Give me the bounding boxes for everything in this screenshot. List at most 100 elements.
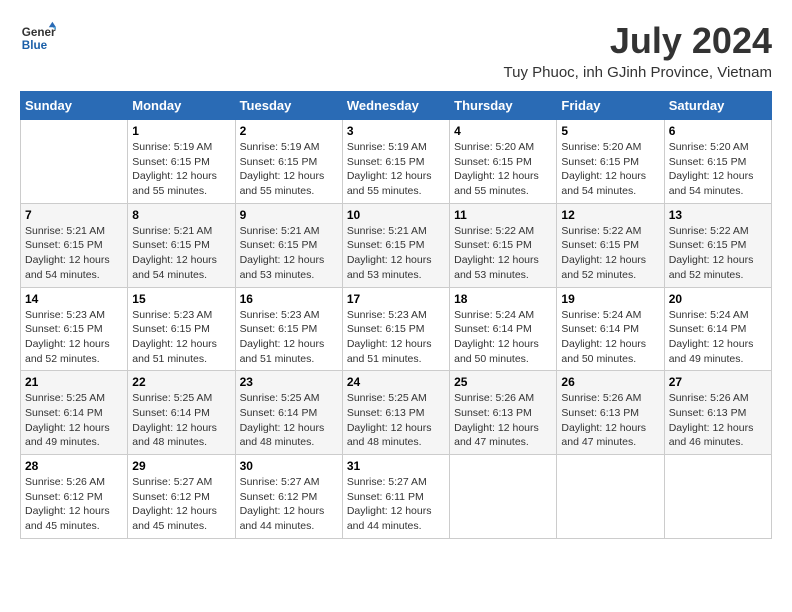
day-number: 23 bbox=[240, 375, 338, 389]
header-thursday: Thursday bbox=[450, 92, 557, 120]
calendar-cell: 22 Sunrise: 5:25 AMSunset: 6:14 PMDayligh… bbox=[128, 371, 235, 455]
calendar-cell: 18Sunrise: 5:24 AMSunset: 6:14 PMDayligh… bbox=[450, 287, 557, 371]
day-number: 11 bbox=[454, 208, 552, 222]
calendar-cell bbox=[664, 455, 771, 539]
header-tuesday: Tuesday bbox=[235, 92, 342, 120]
calendar-cell: 6 Sunrise: 5:20 AMSunset: 6:15 PMDaylight… bbox=[664, 120, 771, 204]
day-info: Sunrise: 5:26 AMSunset: 6:12 PMDaylight:… bbox=[25, 475, 123, 534]
week-row-3: 21 Sunrise: 5:25 AMSunset: 6:14 PMDayligh… bbox=[21, 371, 772, 455]
day-number: 17 bbox=[347, 292, 445, 306]
day-info: Sunrise: 5:21 AMSunset: 6:15 PMDaylight:… bbox=[25, 224, 123, 283]
day-number: 22 bbox=[132, 375, 230, 389]
calendar-cell: 4 Sunrise: 5:20 AMSunset: 6:15 PMDaylight… bbox=[450, 120, 557, 204]
week-row-0: 1Sunrise: 5:19 AMSunset: 6:15 PMDaylight… bbox=[21, 120, 772, 204]
svg-text:Blue: Blue bbox=[22, 39, 48, 52]
header-row: SundayMondayTuesdayWednesdayThursdayFrid… bbox=[21, 92, 772, 120]
calendar-cell: 15 Sunrise: 5:23 AMSunset: 6:15 PMDayligh… bbox=[128, 287, 235, 371]
day-number: 4 bbox=[454, 124, 552, 138]
day-number: 3 bbox=[347, 124, 445, 138]
calendar-cell bbox=[21, 120, 128, 204]
day-info: Sunrise: 5:23 AMSunset: 6:15 PMDaylight:… bbox=[240, 308, 338, 367]
day-number: 2 bbox=[240, 124, 338, 138]
calendar-cell: 31Sunrise: 5:27 AMSunset: 6:11 PMDayligh… bbox=[342, 455, 449, 539]
week-row-1: 7 Sunrise: 5:21 AMSunset: 6:15 PMDaylight… bbox=[21, 203, 772, 287]
month-year: July 2024 bbox=[504, 20, 772, 62]
day-info: Sunrise: 5:19 AMSunset: 6:15 PMDaylight:… bbox=[347, 140, 445, 199]
day-number: 29 bbox=[132, 459, 230, 473]
day-number: 8 bbox=[132, 208, 230, 222]
logo: General Blue bbox=[20, 20, 56, 56]
location: Tuy Phuoc, inh GJinh Province, Vietnam bbox=[504, 64, 772, 81]
day-number: 5 bbox=[561, 124, 659, 138]
calendar-cell: 26Sunrise: 5:26 AMSunset: 6:13 PMDayligh… bbox=[557, 371, 664, 455]
calendar-cell: 16 Sunrise: 5:23 AMSunset: 6:15 PMDayligh… bbox=[235, 287, 342, 371]
calendar-cell: 28 Sunrise: 5:26 AMSunset: 6:12 PMDayligh… bbox=[21, 455, 128, 539]
week-row-2: 14 Sunrise: 5:23 AMSunset: 6:15 PMDayligh… bbox=[21, 287, 772, 371]
day-number: 19 bbox=[561, 292, 659, 306]
day-info: Sunrise: 5:26 AMSunset: 6:13 PMDaylight:… bbox=[669, 391, 767, 450]
day-info: Sunrise: 5:27 AMSunset: 6:12 PMDaylight:… bbox=[240, 475, 338, 534]
day-number: 12 bbox=[561, 208, 659, 222]
week-row-4: 28 Sunrise: 5:26 AMSunset: 6:12 PMDayligh… bbox=[21, 455, 772, 539]
calendar-cell: 1Sunrise: 5:19 AMSunset: 6:15 PMDaylight… bbox=[128, 120, 235, 204]
header-saturday: Saturday bbox=[664, 92, 771, 120]
day-number: 14 bbox=[25, 292, 123, 306]
title-section: July 2024 Tuy Phuoc, inh GJinh Province,… bbox=[504, 20, 772, 81]
calendar-cell: 2 Sunrise: 5:19 AMSunset: 6:15 PMDaylight… bbox=[235, 120, 342, 204]
day-info: Sunrise: 5:26 AMSunset: 6:13 PMDaylight:… bbox=[454, 391, 552, 450]
calendar-cell: 30 Sunrise: 5:27 AMSunset: 6:12 PMDayligh… bbox=[235, 455, 342, 539]
calendar-cell: 25 Sunrise: 5:26 AMSunset: 6:13 PMDayligh… bbox=[450, 371, 557, 455]
day-info: Sunrise: 5:23 AMSunset: 6:15 PMDaylight:… bbox=[347, 308, 445, 367]
calendar-table: SundayMondayTuesdayWednesdayThursdayFrid… bbox=[20, 91, 772, 539]
day-number: 15 bbox=[132, 292, 230, 306]
calendar-cell: 19 Sunrise: 5:24 AMSunset: 6:14 PMDayligh… bbox=[557, 287, 664, 371]
day-info: Sunrise: 5:21 AMSunset: 6:15 PMDaylight:… bbox=[132, 224, 230, 283]
day-info: Sunrise: 5:25 AMSunset: 6:14 PMDaylight:… bbox=[240, 391, 338, 450]
day-number: 7 bbox=[25, 208, 123, 222]
calendar-cell: 13 Sunrise: 5:22 AMSunset: 6:15 PMDayligh… bbox=[664, 203, 771, 287]
calendar-cell: 3 Sunrise: 5:19 AMSunset: 6:15 PMDaylight… bbox=[342, 120, 449, 204]
calendar-cell bbox=[450, 455, 557, 539]
calendar-cell: 21Sunrise: 5:25 AMSunset: 6:14 PMDayligh… bbox=[21, 371, 128, 455]
day-info: Sunrise: 5:23 AMSunset: 6:15 PMDaylight:… bbox=[25, 308, 123, 367]
day-info: Sunrise: 5:20 AMSunset: 6:15 PMDaylight:… bbox=[669, 140, 767, 199]
header: General Blue July 2024 Tuy Phuoc, inh GJ… bbox=[20, 20, 772, 81]
day-number: 28 bbox=[25, 459, 123, 473]
calendar-cell: 29 Sunrise: 5:27 AMSunset: 6:12 PMDayligh… bbox=[128, 455, 235, 539]
calendar-cell: 17 Sunrise: 5:23 AMSunset: 6:15 PMDayligh… bbox=[342, 287, 449, 371]
calendar-cell: 14 Sunrise: 5:23 AMSunset: 6:15 PMDayligh… bbox=[21, 287, 128, 371]
day-info: Sunrise: 5:19 AMSunset: 6:15 PMDaylight:… bbox=[132, 140, 230, 199]
header-friday: Friday bbox=[557, 92, 664, 120]
day-number: 6 bbox=[669, 124, 767, 138]
day-info: Sunrise: 5:22 AMSunset: 6:15 PMDaylight:… bbox=[561, 224, 659, 283]
day-info: Sunrise: 5:22 AMSunset: 6:15 PMDaylight:… bbox=[669, 224, 767, 283]
day-number: 30 bbox=[240, 459, 338, 473]
day-number: 26 bbox=[561, 375, 659, 389]
logo-icon: General Blue bbox=[20, 20, 56, 56]
day-number: 31 bbox=[347, 459, 445, 473]
day-number: 16 bbox=[240, 292, 338, 306]
day-number: 13 bbox=[669, 208, 767, 222]
day-info: Sunrise: 5:19 AMSunset: 6:15 PMDaylight:… bbox=[240, 140, 338, 199]
day-number: 9 bbox=[240, 208, 338, 222]
day-info: Sunrise: 5:20 AMSunset: 6:15 PMDaylight:… bbox=[454, 140, 552, 199]
day-number: 25 bbox=[454, 375, 552, 389]
calendar-cell: 23 Sunrise: 5:25 AMSunset: 6:14 PMDayligh… bbox=[235, 371, 342, 455]
day-info: Sunrise: 5:23 AMSunset: 6:15 PMDaylight:… bbox=[132, 308, 230, 367]
calendar-cell: 5Sunrise: 5:20 AMSunset: 6:15 PMDaylight… bbox=[557, 120, 664, 204]
day-info: Sunrise: 5:25 AMSunset: 6:14 PMDaylight:… bbox=[132, 391, 230, 450]
day-info: Sunrise: 5:25 AMSunset: 6:13 PMDaylight:… bbox=[347, 391, 445, 450]
day-number: 27 bbox=[669, 375, 767, 389]
day-number: 24 bbox=[347, 375, 445, 389]
svg-text:General: General bbox=[22, 26, 56, 39]
calendar-cell: 10 Sunrise: 5:21 AMSunset: 6:15 PMDayligh… bbox=[342, 203, 449, 287]
day-number: 10 bbox=[347, 208, 445, 222]
day-info: Sunrise: 5:21 AMSunset: 6:15 PMDaylight:… bbox=[347, 224, 445, 283]
calendar-cell: 9Sunrise: 5:21 AMSunset: 6:15 PMDaylight… bbox=[235, 203, 342, 287]
day-number: 21 bbox=[25, 375, 123, 389]
day-info: Sunrise: 5:27 AMSunset: 6:12 PMDaylight:… bbox=[132, 475, 230, 534]
calendar-cell: 27 Sunrise: 5:26 AMSunset: 6:13 PMDayligh… bbox=[664, 371, 771, 455]
day-info: Sunrise: 5:24 AMSunset: 6:14 PMDaylight:… bbox=[561, 308, 659, 367]
header-wednesday: Wednesday bbox=[342, 92, 449, 120]
calendar-cell: 20Sunrise: 5:24 AMSunset: 6:14 PMDayligh… bbox=[664, 287, 771, 371]
